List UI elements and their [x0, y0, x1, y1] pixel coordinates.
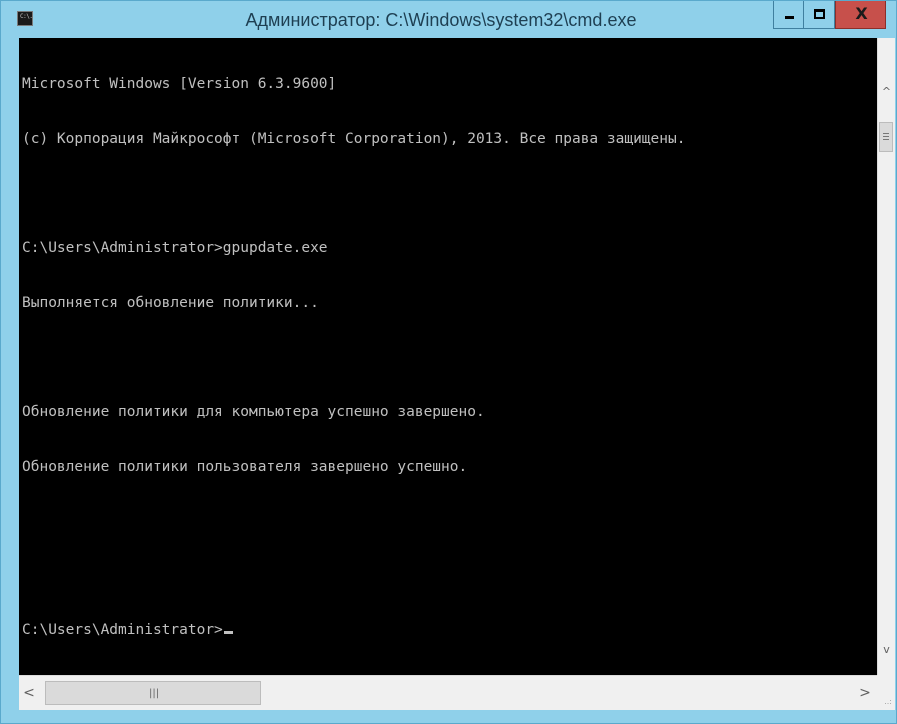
console-line: Обновление политики для компьютера успеш… [22, 403, 485, 420]
resize-grip[interactable]: ..: [877, 675, 895, 710]
title-bar[interactable]: C:\. Администратор: C:\Windows\system32\… [1, 1, 896, 38]
console-line: Microsoft Windows [Version 6.3.9600] [22, 76, 337, 93]
console-line: C:\Users\Administrator>gpupdate.exe [22, 240, 328, 257]
maximize-button[interactable] [804, 1, 835, 29]
console-text: Microsoft Windows [Version 6.3.9600] (c)… [22, 39, 685, 675]
minimize-button[interactable] [773, 1, 804, 29]
scroll-up-arrow-icon[interactable]: ^ [878, 85, 895, 99]
text-cursor [223, 631, 233, 635]
close-icon: X [855, 4, 868, 23]
resize-grip-icon: ..: [884, 697, 892, 706]
grip-icon: ||| [149, 688, 160, 699]
grip-icon [883, 133, 889, 140]
console-output[interactable]: Microsoft Windows [Version 6.3.9600] (c)… [19, 38, 877, 675]
console-line: (c) Корпорация Майкрософт (Microsoft Cor… [22, 131, 686, 147]
scroll-left-arrow-icon[interactable]: < [21, 685, 37, 701]
cmd-window: C:\. Администратор: C:\Windows\system32\… [0, 0, 897, 724]
maximize-icon [814, 9, 825, 19]
vertical-scrollbar[interactable]: ^ v [877, 38, 895, 675]
scroll-right-arrow-icon[interactable]: > [857, 685, 873, 701]
close-button[interactable]: X [835, 1, 886, 29]
vertical-scroll-thumb[interactable] [879, 122, 893, 152]
console-line: Выполняется обновление политики... [22, 294, 319, 311]
prompt-line[interactable]: C:\Users\Administrator> [22, 621, 685, 639]
scroll-down-arrow-icon[interactable]: v [878, 643, 895, 657]
console-line: Обновление политики пользователя заверше… [22, 458, 468, 475]
window-title: Администратор: C:\Windows\system32\cmd.e… [245, 10, 637, 30]
horizontal-scroll-thumb[interactable]: ||| [45, 681, 261, 705]
minimize-icon [785, 16, 794, 19]
prompt-text: C:\Users\Administrator> [22, 622, 223, 639]
cmd-icon[interactable]: C:\. [17, 11, 33, 26]
horizontal-scrollbar[interactable]: < ||| > [19, 675, 877, 710]
cmd-icon-label: C:\. [20, 13, 33, 20]
